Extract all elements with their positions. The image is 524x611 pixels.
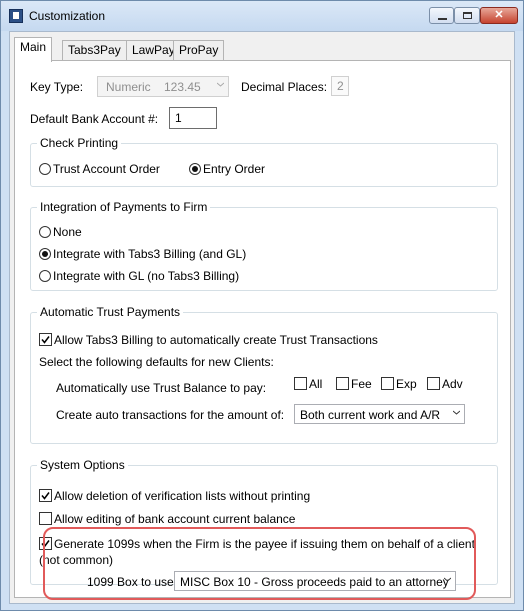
pay-all-label: All	[309, 377, 323, 391]
highlight-annotation	[43, 527, 476, 600]
radio-integrate-gl-label: Integrate with GL (no Tabs3 Billing)	[53, 269, 240, 283]
auto-transaction-amount-select[interactable]: Both current work and A/R	[294, 404, 465, 424]
radio-entry-order-label: Entry Order	[203, 162, 266, 176]
auto-transaction-amount-label: Create auto transactions for the amount …	[56, 408, 285, 422]
maximize-button[interactable]	[454, 7, 480, 24]
decimal-places-value: 2	[337, 79, 344, 93]
bank-account-value: 1	[175, 111, 182, 125]
allow-deletion-checkbox[interactable]	[39, 489, 52, 502]
check-printing-group: Check Printing Trust Account Order Entry…	[30, 136, 498, 187]
bank-account-label: Default Bank Account #:	[30, 112, 159, 126]
decimal-places-field[interactable]: 2	[331, 76, 349, 96]
allow-editing-balance-label: Allow editing of bank account current ba…	[54, 512, 296, 526]
chevron-down-icon	[217, 82, 224, 87]
app-icon	[9, 9, 23, 23]
automatic-trust-payments-group: Automatic Trust Payments Allow Tabs3 Bil…	[30, 305, 498, 444]
use-trust-balance-label: Automatically use Trust Balance to pay:	[56, 381, 267, 395]
chevron-down-icon	[453, 410, 460, 415]
key-type-label: Key Type:	[30, 80, 84, 94]
dialog-client-area: Main Tabs3Pay LawPay ProPay Key Type: Nu…	[9, 31, 515, 604]
window-title: Customization	[29, 9, 106, 23]
radio-trust-account-order-label: Trust Account Order	[53, 162, 160, 176]
radio-none[interactable]	[39, 226, 51, 238]
decimal-places-label: Decimal Places:	[241, 80, 328, 94]
new-client-defaults-label: Select the following defaults for new Cl…	[39, 355, 274, 369]
integration-title: Integration of Payments to Firm	[37, 200, 211, 214]
radio-entry-order[interactable]	[189, 163, 201, 175]
pay-exp-checkbox[interactable]	[381, 377, 394, 390]
checkmark-icon	[41, 336, 50, 344]
key-type-value: Numeric	[106, 80, 151, 94]
key-type-select[interactable]: Numeric 123.45	[97, 76, 229, 97]
minimize-button[interactable]	[429, 7, 454, 24]
allow-auto-trust-label: Allow Tabs3 Billing to automatically cre…	[54, 333, 378, 347]
customization-window: Customization ✕ Main Tabs3Pay LawPay Pro…	[0, 0, 524, 611]
system-options-title: System Options	[37, 458, 128, 472]
title-bar[interactable]: Customization ✕	[1, 1, 523, 31]
integration-group: Integration of Payments to Firm None Int…	[30, 200, 498, 291]
close-button[interactable]: ✕	[480, 7, 518, 24]
pay-all-checkbox[interactable]	[294, 377, 307, 390]
radio-none-label: None	[53, 225, 82, 239]
allow-deletion-label: Allow deletion of verification lists wit…	[54, 489, 311, 503]
pay-fee-checkbox[interactable]	[336, 377, 349, 390]
tab-main[interactable]: Main	[14, 37, 53, 62]
pay-fee-label: Fee	[351, 377, 372, 391]
radio-trust-account-order[interactable]	[39, 163, 51, 175]
pay-adv-checkbox[interactable]	[427, 377, 440, 390]
automatic-trust-payments-title: Automatic Trust Payments	[37, 305, 184, 319]
radio-integrate-tabs3-billing[interactable]	[39, 248, 51, 260]
radio-integrate-gl[interactable]	[39, 270, 51, 282]
tab-tabs3pay[interactable]: Tabs3Pay	[62, 40, 127, 60]
tab-propay[interactable]: ProPay	[173, 40, 225, 60]
allow-editing-balance-checkbox[interactable]	[39, 512, 52, 525]
checkmark-icon	[41, 492, 50, 500]
radio-integrate-tabs3-billing-label: Integrate with Tabs3 Billing (and GL)	[53, 247, 247, 261]
pay-exp-label: Exp	[396, 377, 417, 391]
main-tab-panel: Key Type: Numeric 123.45 Decimal Places:…	[14, 60, 511, 600]
pay-adv-label: Adv	[442, 377, 463, 391]
maximize-icon	[463, 12, 472, 19]
key-type-sample: 123.45	[164, 80, 201, 94]
minimize-icon	[438, 18, 447, 20]
auto-transaction-amount-value: Both current work and A/R	[300, 408, 441, 422]
allow-auto-trust-checkbox[interactable]	[39, 333, 52, 346]
bank-account-field[interactable]: 1	[169, 107, 217, 129]
check-printing-title: Check Printing	[37, 136, 122, 150]
close-icon: ✕	[494, 9, 504, 21]
